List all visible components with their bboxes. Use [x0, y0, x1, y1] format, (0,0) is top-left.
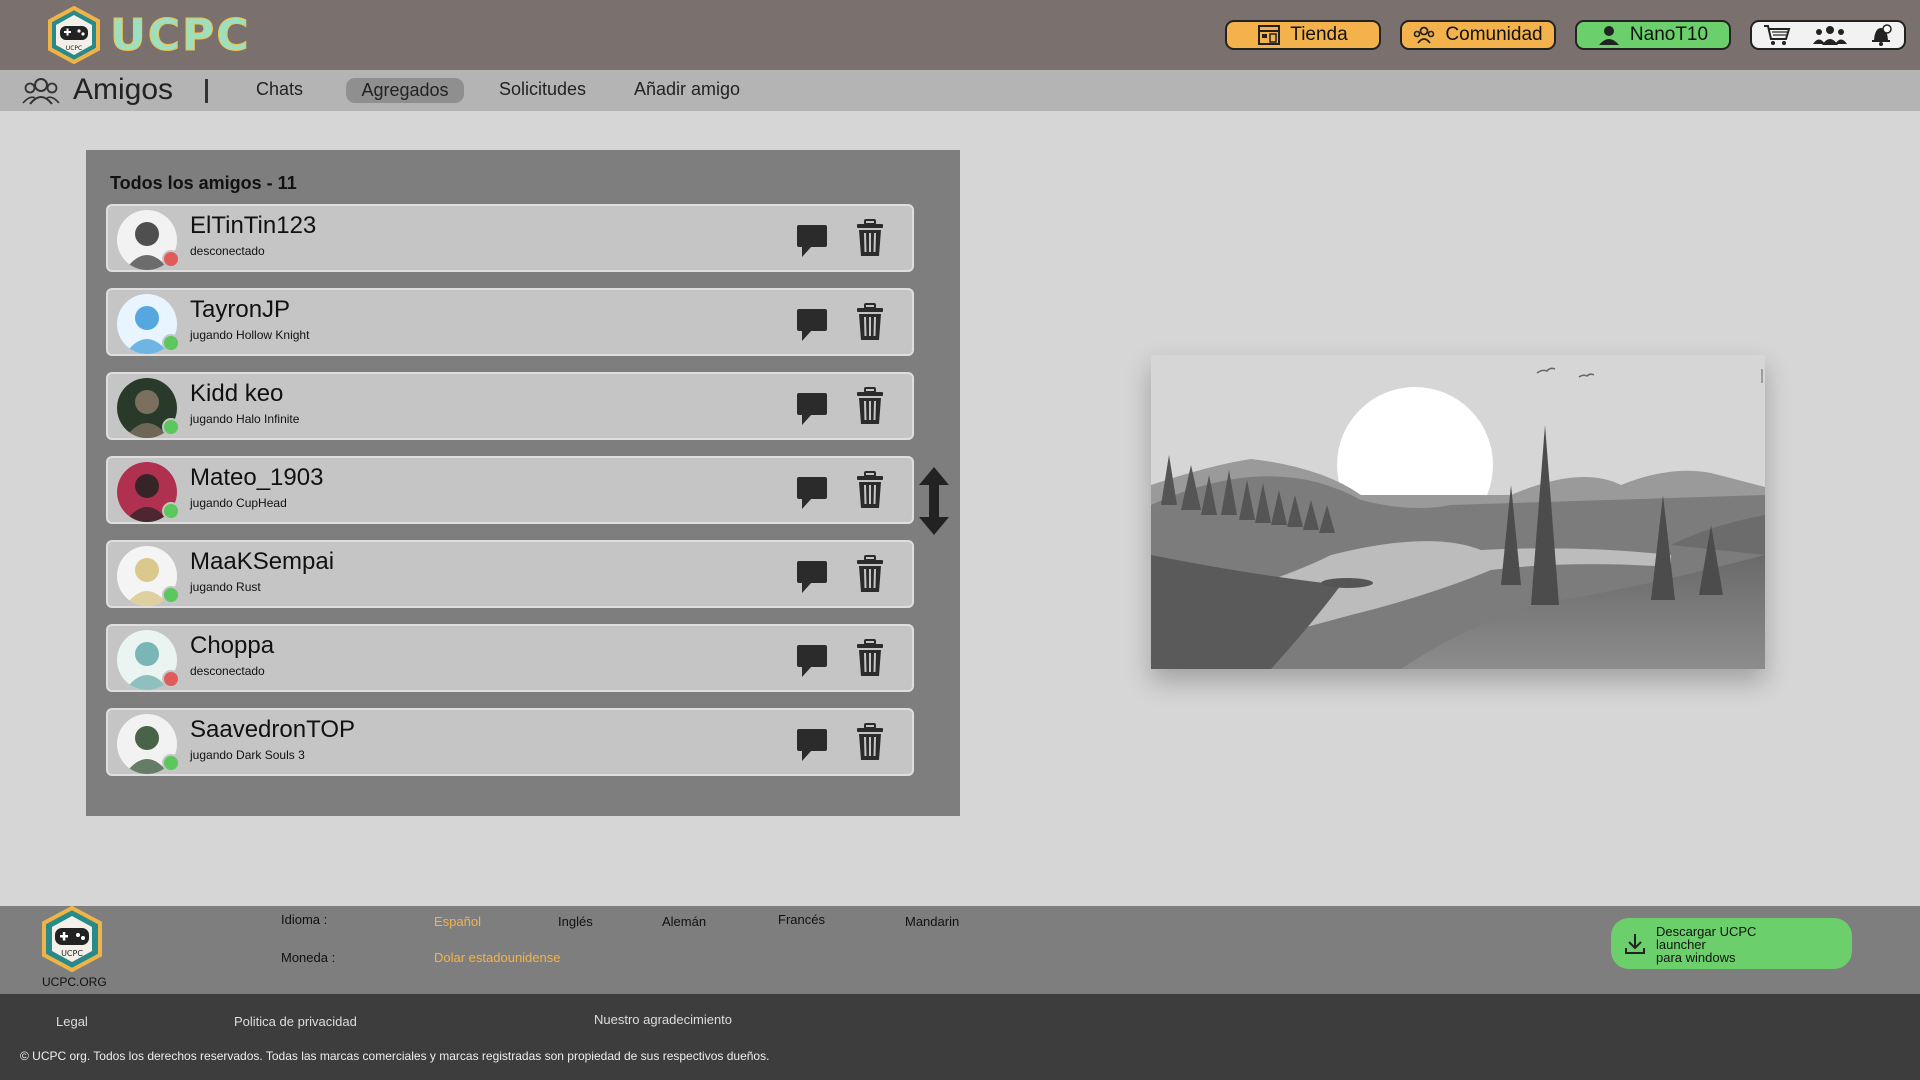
store-label: Tienda [1290, 24, 1348, 45]
friend-name: TayronJP [190, 296, 291, 323]
status-indicator [162, 250, 180, 268]
tab-chats[interactable]: Chats [256, 79, 303, 100]
tab-requests[interactable]: Solicitudes [499, 79, 586, 100]
friend-status: jugando CupHead [190, 496, 287, 510]
tab-added[interactable]: Agregados [346, 78, 464, 103]
chat-bubble-icon[interactable] [796, 560, 828, 594]
trash-icon[interactable] [856, 471, 884, 509]
status-indicator [162, 502, 180, 520]
user-icon [1598, 26, 1619, 45]
scroll-handle-icon[interactable] [918, 467, 950, 535]
landscape-illustration [1151, 355, 1765, 669]
chat-bubble-icon[interactable] [796, 728, 828, 762]
friend-status: desconectado [190, 664, 265, 678]
chat-bubble-icon[interactable] [796, 476, 828, 510]
community-label: Comunidad [1445, 24, 1543, 45]
download-label-line3: para windows [1656, 950, 1736, 965]
user-profile-button[interactable]: NanoT10 [1575, 20, 1731, 50]
chat-bubble-icon[interactable] [796, 224, 828, 258]
language-option-spanish[interactable]: Español [434, 914, 481, 929]
friend-name: Choppa [190, 632, 275, 659]
legal-bar: Legal Politica de privacidad Nuestro agr… [0, 994, 1920, 1080]
footer-brand: UCPC.ORG [42, 975, 107, 989]
thanks-link[interactable]: Nuestro agradecimiento [594, 1012, 732, 1027]
friend-name: Mateo_1903 [190, 464, 324, 491]
store-button[interactable]: Tienda [1225, 20, 1381, 50]
friend-status: desconectado [190, 244, 265, 258]
chat-bubble-icon[interactable] [796, 308, 828, 342]
friend-name: SaavedronTOP [190, 716, 355, 743]
cart-icon[interactable] [1763, 24, 1791, 46]
friend-name: ElTinTin123 [190, 212, 317, 239]
language-option-french[interactable]: Francés [778, 912, 825, 927]
friend-status: jugando Halo Infinite [190, 412, 300, 426]
friend-status: jugando Hollow Knight [190, 328, 310, 342]
language-option-english[interactable]: Inglés [558, 914, 593, 929]
download-launcher-button[interactable]: Descargar UCPC launcher para windows [1611, 918, 1852, 969]
friend-row[interactable]: Choppa desconectado [106, 624, 914, 692]
status-indicator [162, 586, 180, 604]
friend-row[interactable]: Kidd keo jugando Halo Infinite [106, 372, 914, 440]
friend-row[interactable]: ElTinTin123 desconectado [106, 204, 914, 272]
friends-subnav: Amigos Chats Agregados Solicitudes Añadi… [0, 70, 1920, 111]
friend-row[interactable]: MaaKSempai jugando Rust [106, 540, 914, 608]
footer-logo-icon[interactable]: UCPC [40, 906, 104, 972]
friend-name: Kidd keo [190, 380, 284, 407]
app-logo[interactable]: UCPC UCPC [46, 6, 251, 64]
friend-row[interactable]: Mateo_1903 jugando CupHead [106, 456, 914, 524]
top-bar: UCPC UCPC Tienda Comunidad NanoT10 [0, 0, 1920, 70]
download-icon [1625, 934, 1645, 954]
friends-count-title: Todos los amigos - 11 [110, 173, 297, 193]
trash-icon[interactable] [856, 219, 884, 257]
trash-icon[interactable] [856, 303, 884, 341]
status-indicator [162, 418, 180, 436]
svg-text:UCPC: UCPC [61, 949, 83, 958]
friend-row[interactable]: SaavedronTOP jugando Dark Souls 3 [106, 708, 914, 776]
friend-row[interactable]: TayronJP jugando Hollow Knight [106, 288, 914, 356]
store-icon [1258, 25, 1281, 45]
chat-bubble-icon[interactable] [796, 392, 828, 426]
friend-name: MaaKSempai [190, 548, 335, 575]
trash-icon[interactable] [856, 387, 884, 425]
page-title: Amigos [73, 73, 174, 106]
community-button[interactable]: Comunidad [1400, 20, 1556, 50]
gamepad-logo-icon: UCPC [48, 6, 100, 64]
trash-icon[interactable] [856, 555, 884, 593]
status-indicator [162, 334, 180, 352]
svg-text:UCPC: UCPC [66, 45, 82, 52]
tab-add-friend[interactable]: Añadir amigo [634, 79, 740, 100]
friend-status: jugando Dark Souls 3 [190, 748, 305, 762]
friends-icon[interactable] [1812, 25, 1848, 45]
status-indicator [162, 754, 180, 772]
friends-section-icon [22, 78, 60, 105]
community-icon [1414, 26, 1435, 44]
status-indicator [162, 670, 180, 688]
app-logo-text: UCPC [110, 9, 251, 61]
trash-icon[interactable] [856, 639, 884, 677]
language-option-mandarin[interactable]: Mandarin [905, 914, 959, 929]
footer: UCPC UCPC.ORG Idioma : Español Inglés Al… [0, 906, 1920, 994]
chat-bubble-icon[interactable] [796, 644, 828, 678]
notification-icon[interactable] [1869, 24, 1893, 46]
currency-label: Moneda : [281, 950, 336, 965]
copyright-text: © UCPC org. Todos los derechos reservado… [20, 1049, 770, 1063]
header-icon-group [1750, 20, 1906, 50]
friends-panel: Todos los amigos - 11 ElTinTin123 descon… [86, 150, 960, 816]
language-option-german[interactable]: Alemán [662, 914, 706, 929]
privacy-link[interactable]: Politica de privacidad [234, 1014, 357, 1029]
user-label: NanoT10 [1629, 24, 1709, 45]
title-divider [205, 79, 208, 103]
currency-option[interactable]: Dolar estadounidense [434, 950, 560, 965]
trash-icon[interactable] [856, 723, 884, 761]
language-label: Idioma : [281, 912, 328, 927]
friend-status: jugando Rust [190, 580, 261, 594]
legal-link[interactable]: Legal [56, 1014, 88, 1029]
